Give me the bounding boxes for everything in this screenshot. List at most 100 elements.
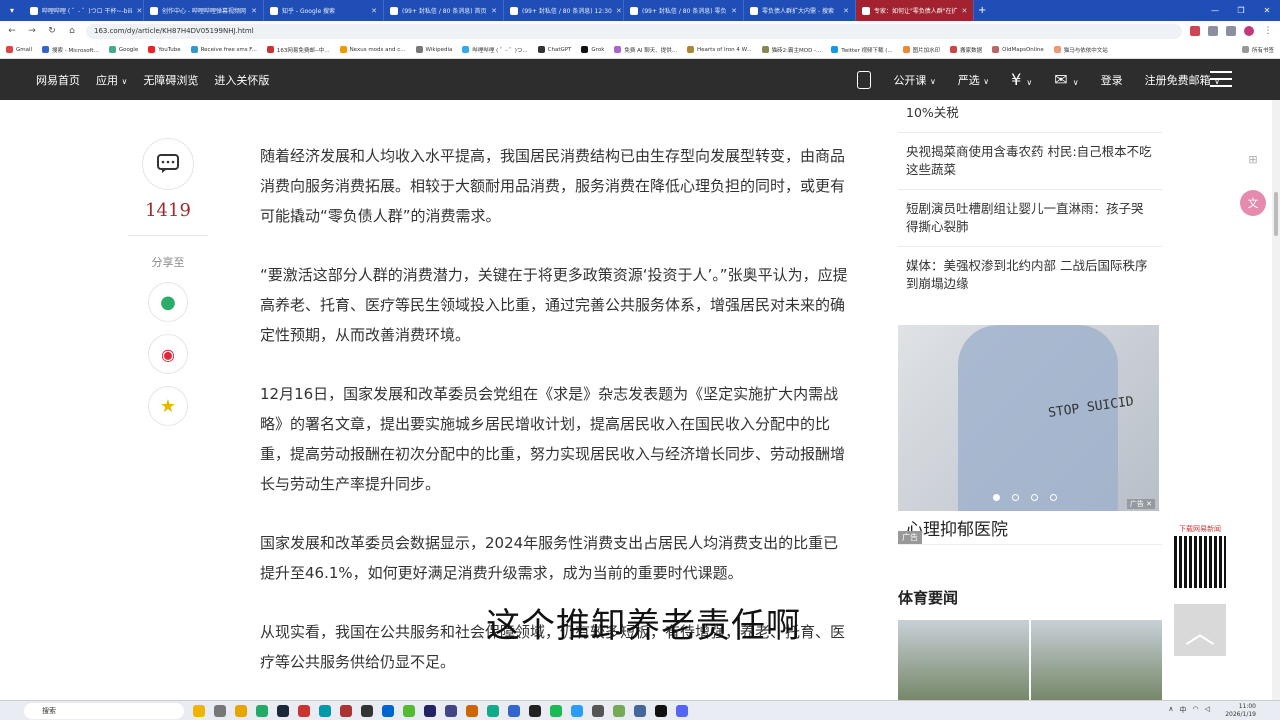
sports-image[interactable] (898, 620, 1029, 710)
mail-icon[interactable]: ✉ ∨ (1054, 70, 1078, 89)
reload-icon[interactable]: ↻ (46, 26, 58, 36)
maximize-icon[interactable]: ❐ (1228, 6, 1254, 15)
bookmark-microsoft[interactable]: 搜索 - Microsoft... (42, 46, 99, 54)
ad-banner[interactable]: STOP SUICID 广告 ✕ (898, 325, 1159, 511)
menu-icon[interactable]: ⋮ (1262, 26, 1274, 36)
downloads-icon[interactable] (1226, 26, 1236, 36)
news-link[interactable]: 央视揭菜商使用含毒农药 村民:自己根本不吃这些蔬菜 (898, 133, 1162, 190)
forward-icon[interactable]: → (26, 26, 38, 36)
nav-open-course[interactable]: 公开课 ∨ (893, 72, 935, 88)
bookmark-watermark[interactable]: 图片加水印 (902, 46, 940, 54)
app-icon[interactable] (613, 704, 625, 717)
tab-bilibili-creator[interactable]: 创作中心 - 哔哩哔哩弹幕视频网 ✕ (144, 0, 264, 21)
bookmark-moving[interactable]: 搬家数据 (950, 46, 982, 54)
app-download-qr[interactable]: 下载网易新闻 (1172, 524, 1228, 590)
profile-avatar[interactable] (1244, 26, 1254, 36)
bookmark-wikipedia[interactable]: Wikipedia (415, 46, 452, 53)
ad-caption[interactable]: 心理抑郁医院 (898, 511, 1162, 545)
hamburger-menu-icon[interactable] (1210, 71, 1232, 87)
taskbar-search[interactable]: 搜索 (24, 702, 184, 719)
bookmark-catmarket[interactable]: 猫马与依依中文站 (1053, 46, 1108, 54)
nav-care-mode[interactable]: 进入关怀版 (214, 72, 269, 88)
home-icon[interactable]: ⌂ (66, 26, 78, 36)
close-icon[interactable]: ✕ (251, 7, 257, 15)
app-icon[interactable] (424, 704, 436, 717)
comment-button[interactable] (142, 138, 194, 190)
bookmark-chatgpt[interactable]: ChatGPT (537, 46, 571, 53)
tab-google-search[interactable]: 知乎 - Google 搜索 ✕ (264, 0, 384, 21)
ad-corner-label[interactable]: 广告 ✕ (1126, 499, 1155, 509)
nav-yanxuan[interactable]: 严选 ∨ (958, 72, 989, 88)
carousel-dot[interactable] (1031, 494, 1038, 501)
news-link[interactable]: 短剧演员吐槽剧组让婴儿一直淋雨：孩子哭得撕心裂肺 (898, 190, 1162, 247)
extensions-puzzle-icon[interactable] (1208, 26, 1218, 36)
bookmark-sms[interactable]: Receive free sms F... (190, 46, 257, 53)
bookmark-bilibili[interactable]: 哔哩哔哩 ( ゜- ゜)つ... (462, 46, 528, 54)
tab-bilibili[interactable]: 哔哩哔哩 ( ゜- ゜)つロ 干杯~-bili ✕ (24, 0, 144, 21)
bookmark-google[interactable]: Google (108, 46, 138, 53)
close-icon[interactable]: ✕ (843, 7, 849, 15)
app-icon[interactable] (319, 704, 331, 717)
sports-news-images[interactable] (898, 620, 1162, 710)
all-bookmarks[interactable]: 所有书签 (1241, 46, 1274, 54)
wechat-taskbar-icon[interactable] (487, 704, 499, 717)
window-close-icon[interactable]: ✕ (1254, 6, 1280, 15)
register-mail-link[interactable]: 注册免费邮箱 ∨ (1145, 72, 1220, 88)
scrollbar-thumb[interactable] (1274, 192, 1278, 236)
bookmark-mod[interactable]: 猫砖2:霸主MOD -... (761, 46, 821, 54)
bookmark-ai-chat[interactable]: 免费 AI 聊天、提供... (614, 46, 677, 54)
app-icon[interactable] (466, 704, 478, 717)
back-icon[interactable]: ← (6, 26, 18, 36)
new-tab-icon[interactable]: + (978, 5, 986, 16)
chrome-icon[interactable] (256, 704, 268, 717)
app-icon[interactable] (382, 704, 394, 717)
bookmark-grok[interactable]: Grok (581, 46, 604, 53)
login-link[interactable]: 登录 (1101, 72, 1123, 88)
app-icon[interactable] (634, 704, 646, 717)
app-icon[interactable] (403, 704, 415, 717)
tab-zhihu-2[interactable]: (99+ 封私信 / 80 条消息) 12:30 ✕ (504, 0, 624, 21)
x-icon[interactable] (655, 704, 667, 717)
address-bar[interactable]: 163.com/dy/article/KH87H4DV05199NHJ.html (86, 23, 1182, 39)
nav-apps[interactable]: 应用 ∨ (96, 72, 127, 88)
carousel-dot[interactable] (1050, 494, 1057, 501)
app-icon[interactable] (298, 704, 310, 717)
minimize-icon[interactable]: — (1202, 6, 1228, 15)
translate-icon[interactable]: 文 (1240, 190, 1266, 216)
tab-zhihu-3[interactable]: (99+ 封私信 / 80 条消息) 零负 ✕ (624, 0, 744, 21)
file-explorer-icon[interactable] (235, 704, 247, 717)
app-icon[interactable] (340, 704, 352, 717)
nav-accessibility[interactable]: 无障碍浏览 (143, 72, 198, 88)
wechat-share-button[interactable]: ● (148, 282, 188, 322)
close-icon[interactable]: ✕ (731, 7, 737, 15)
bookmark-twitter-dl[interactable]: Twitter 视频下载 (... (831, 46, 893, 54)
system-tray[interactable]: ∧ 中 ◠ ◁ (1168, 705, 1210, 715)
yen-icon[interactable]: ¥ ∨ (1011, 70, 1032, 89)
tab-active-article[interactable]: 专家：如何让"零负债人群"在扩 ✕ (856, 0, 974, 21)
close-icon[interactable]: ✕ (962, 7, 968, 15)
phone-icon[interactable] (857, 70, 872, 89)
discord-icon[interactable] (676, 704, 688, 717)
bookmark-gmail[interactable]: Gmail (6, 46, 32, 53)
news-link[interactable]: 10%关税 (898, 100, 1162, 133)
close-icon[interactable]: ✕ (616, 7, 622, 15)
bookmark-oldmaps[interactable]: OldMapsOnline (992, 46, 1044, 53)
app-icon[interactable] (508, 704, 520, 717)
app-icon[interactable] (361, 704, 373, 717)
bookmark-163mail[interactable]: 163网易免费邮--中... (266, 46, 330, 54)
tab-zhihu-home[interactable]: (99+ 封私信 / 80 条消息) 首页 ✕ (384, 0, 504, 21)
bookmark-youtube[interactable]: YouTube (148, 46, 181, 53)
close-icon[interactable]: ✕ (371, 7, 377, 15)
bookmark-nexus[interactable]: Nexus mods and c... (339, 46, 406, 53)
bookmark-hoi4[interactable]: Hearts of Iron 4 W... (687, 46, 752, 53)
telegram-icon[interactable] (571, 704, 583, 717)
nav-home[interactable]: 网易首页 (36, 72, 80, 88)
close-icon[interactable]: ✕ (136, 7, 142, 15)
back-to-top-button[interactable]: ︿ (1174, 604, 1226, 656)
copilot-icon[interactable] (193, 704, 205, 717)
grid-add-icon[interactable]: ⊞ (1240, 146, 1266, 172)
tab-bing-search[interactable]: 零负债人群扩大内需 - 搜索 ✕ (744, 0, 856, 21)
close-icon[interactable]: ✕ (491, 7, 497, 15)
favorite-button[interactable]: ★ (148, 386, 188, 426)
carousel-dot[interactable] (1012, 494, 1019, 501)
